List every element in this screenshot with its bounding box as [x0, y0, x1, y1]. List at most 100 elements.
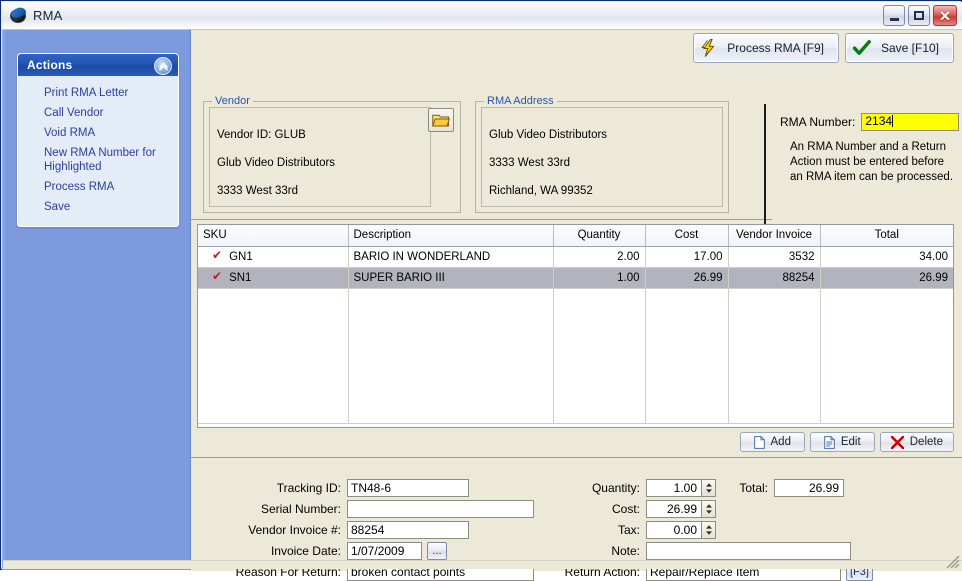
tracking-id-label: Tracking ID: — [276, 481, 341, 495]
column-header-quantity[interactable]: Quantity — [553, 225, 646, 247]
resize-grip-icon[interactable] — [946, 555, 960, 569]
edit-document-icon — [824, 435, 835, 449]
invoice-date-input[interactable]: 1/07/2009 — [347, 542, 422, 560]
column-header-cost[interactable]: Cost — [645, 225, 729, 247]
window-controls: ✕ — [883, 5, 957, 26]
grid-empty-area[interactable] — [198, 288, 953, 424]
minimize-icon — [889, 17, 899, 21]
serial-number-input[interactable] — [347, 500, 534, 518]
quantity-input[interactable]: 1.00 — [646, 479, 702, 497]
title-bar: RMA ✕ — [2, 2, 962, 30]
rma-address-line3: Richland, WA 99352 — [489, 185, 593, 197]
column-header-description[interactable]: Description — [348, 225, 554, 247]
cost-stepper[interactable] — [702, 500, 716, 518]
item-detail-form: Tracking ID: TN48-6 Serial Number: Vendo… — [191, 457, 962, 581]
save-label: Save [F10] — [880, 41, 939, 55]
note-input[interactable] — [646, 542, 851, 560]
table-row[interactable]: ✔ SN1 SUPER BARIO III 1.00 26.99 88254 26… — [198, 267, 953, 289]
process-rma-label: Process RMA [F9] — [727, 41, 824, 55]
open-folder-icon — [432, 114, 450, 126]
rma-address-line2: 3333 West 33rd — [489, 157, 570, 169]
grid-header-row: SKU Description Quantity Cost Vendor Inv… — [198, 225, 953, 247]
close-icon: ✕ — [939, 7, 951, 24]
minimize-button[interactable] — [883, 5, 905, 26]
vendor-invoice-input[interactable]: 88254 — [347, 521, 469, 539]
column-header-vendor-invoice[interactable]: Vendor Invoice — [728, 225, 821, 247]
spinner-arrows-icon — [705, 504, 712, 514]
cost-row: Cost: 26.99 — [576, 500, 716, 518]
delete-label: Delete — [909, 436, 943, 448]
top-toolbar: Process RMA [F9] Save [F10] — [693, 33, 954, 63]
lightning-bolt-icon — [701, 39, 715, 57]
window-title: RMA — [33, 8, 63, 23]
row-sku-cell: ✔ SN1 — [198, 267, 349, 289]
close-button[interactable]: ✕ — [933, 5, 957, 26]
add-button[interactable]: Add — [739, 432, 805, 452]
rma-number-label: RMA Number: — [780, 115, 856, 129]
column-header-total[interactable]: Total — [820, 225, 953, 247]
row-cost-cell: 26.99 — [645, 267, 729, 289]
green-check-icon — [852, 40, 871, 55]
status-strip — [3, 560, 962, 569]
vendor-name-line: Glub Video Distributors — [217, 157, 336, 169]
vendor-browse-button[interactable] — [428, 108, 454, 132]
row-check-icon[interactable]: ✔ — [212, 249, 222, 261]
actions-list: Print RMA Letter Call Vendor Void RMA Ne… — [18, 76, 178, 226]
maximize-button[interactable] — [908, 5, 930, 26]
row-sku-value: SN1 — [229, 272, 252, 284]
rma-number-value: 2134 — [865, 114, 893, 128]
actions-sidebar: Actions Print RMA Letter Call Vendor Voi… — [2, 30, 191, 570]
tracking-id-row: Tracking ID: TN48-6 — [213, 479, 469, 497]
sidebar-item-call-vendor[interactable]: Call Vendor — [18, 103, 178, 123]
row-description-cell: SUPER BARIO III — [348, 267, 554, 289]
edit-label: Edit — [840, 436, 861, 448]
row-cost-cell: 17.00 — [645, 246, 729, 268]
sidebar-item-new-rma-number[interactable]: New RMA Number for Highlighted — [18, 143, 178, 177]
serial-number-row: Serial Number: — [213, 500, 534, 518]
row-sku-value: GN1 — [229, 251, 253, 263]
rma-address-panel: Glub Video Distributors 3333 West 33rd R… — [481, 107, 723, 207]
row-vendor-invoice-cell: 3532 — [728, 246, 821, 268]
header-info-strip: Vendor Vendor ID: GLUB Glub Video Distri… — [191, 67, 962, 256]
rma-address-group-label: RMA Address — [484, 95, 557, 107]
note-label: Note: — [611, 544, 640, 558]
rma-app-icon — [9, 6, 27, 25]
maximize-icon — [914, 11, 924, 20]
row-quantity-cell: 1.00 — [553, 267, 646, 289]
table-row[interactable]: ✔ GN1 BARIO IN WONDERLAND 2.00 17.00 3532… — [198, 246, 953, 268]
rma-number-input[interactable]: 2134 — [861, 113, 960, 131]
delete-button[interactable]: Delete — [879, 432, 954, 452]
save-button[interactable]: Save [F10] — [844, 33, 954, 63]
chevron-up-icon[interactable] — [154, 57, 172, 75]
sidebar-item-void-rma[interactable]: Void RMA — [18, 123, 178, 143]
vendor-street-line: 3333 West 33rd — [217, 185, 298, 197]
new-document-icon — [753, 435, 765, 449]
total-value: 26.99 — [774, 479, 844, 497]
column-header-sku[interactable]: SKU — [198, 225, 349, 247]
actions-panel-title: Actions — [27, 58, 73, 72]
tax-row: Tax: 0.00 — [576, 521, 716, 539]
edit-button[interactable]: Edit — [809, 432, 875, 452]
row-check-icon[interactable]: ✔ — [212, 270, 222, 282]
quantity-row: Quantity: 1.00 Total: 26.99 — [576, 479, 844, 497]
invoice-date-picker-button[interactable]: ... — [427, 542, 447, 560]
vendor-group-label: Vendor — [212, 95, 253, 107]
quantity-stepper[interactable] — [702, 479, 716, 497]
sidebar-item-print-rma-letter[interactable]: Print RMA Letter — [18, 83, 178, 103]
tracking-id-input[interactable]: TN48-6 — [347, 479, 469, 497]
actions-panel-header: Actions — [18, 54, 178, 76]
sidebar-item-process-rma[interactable]: Process RMA — [18, 177, 178, 197]
row-vendor-invoice-cell: 88254 — [728, 267, 821, 289]
process-rma-button[interactable]: Process RMA [F9] — [693, 33, 839, 63]
main-content: Process RMA [F9] Save [F10] Vendor Vendo… — [191, 30, 962, 581]
cost-label: Cost: — [611, 502, 640, 516]
vendor-group: Vendor Vendor ID: GLUB Glub Video Distri… — [203, 95, 461, 253]
tax-input[interactable]: 0.00 — [646, 521, 702, 539]
vendor-details-panel: Vendor ID: GLUB Glub Video Distributors … — [209, 107, 431, 253]
row-description-cell: BARIO IN WONDERLAND — [348, 246, 554, 268]
rma-items-grid[interactable]: SKU Description Quantity Cost Vendor Inv… — [197, 224, 954, 428]
sidebar-item-save[interactable]: Save — [18, 197, 178, 217]
tax-stepper[interactable] — [702, 521, 716, 539]
serial-number-label: Serial Number: — [260, 502, 341, 516]
cost-input[interactable]: 26.99 — [646, 500, 702, 518]
